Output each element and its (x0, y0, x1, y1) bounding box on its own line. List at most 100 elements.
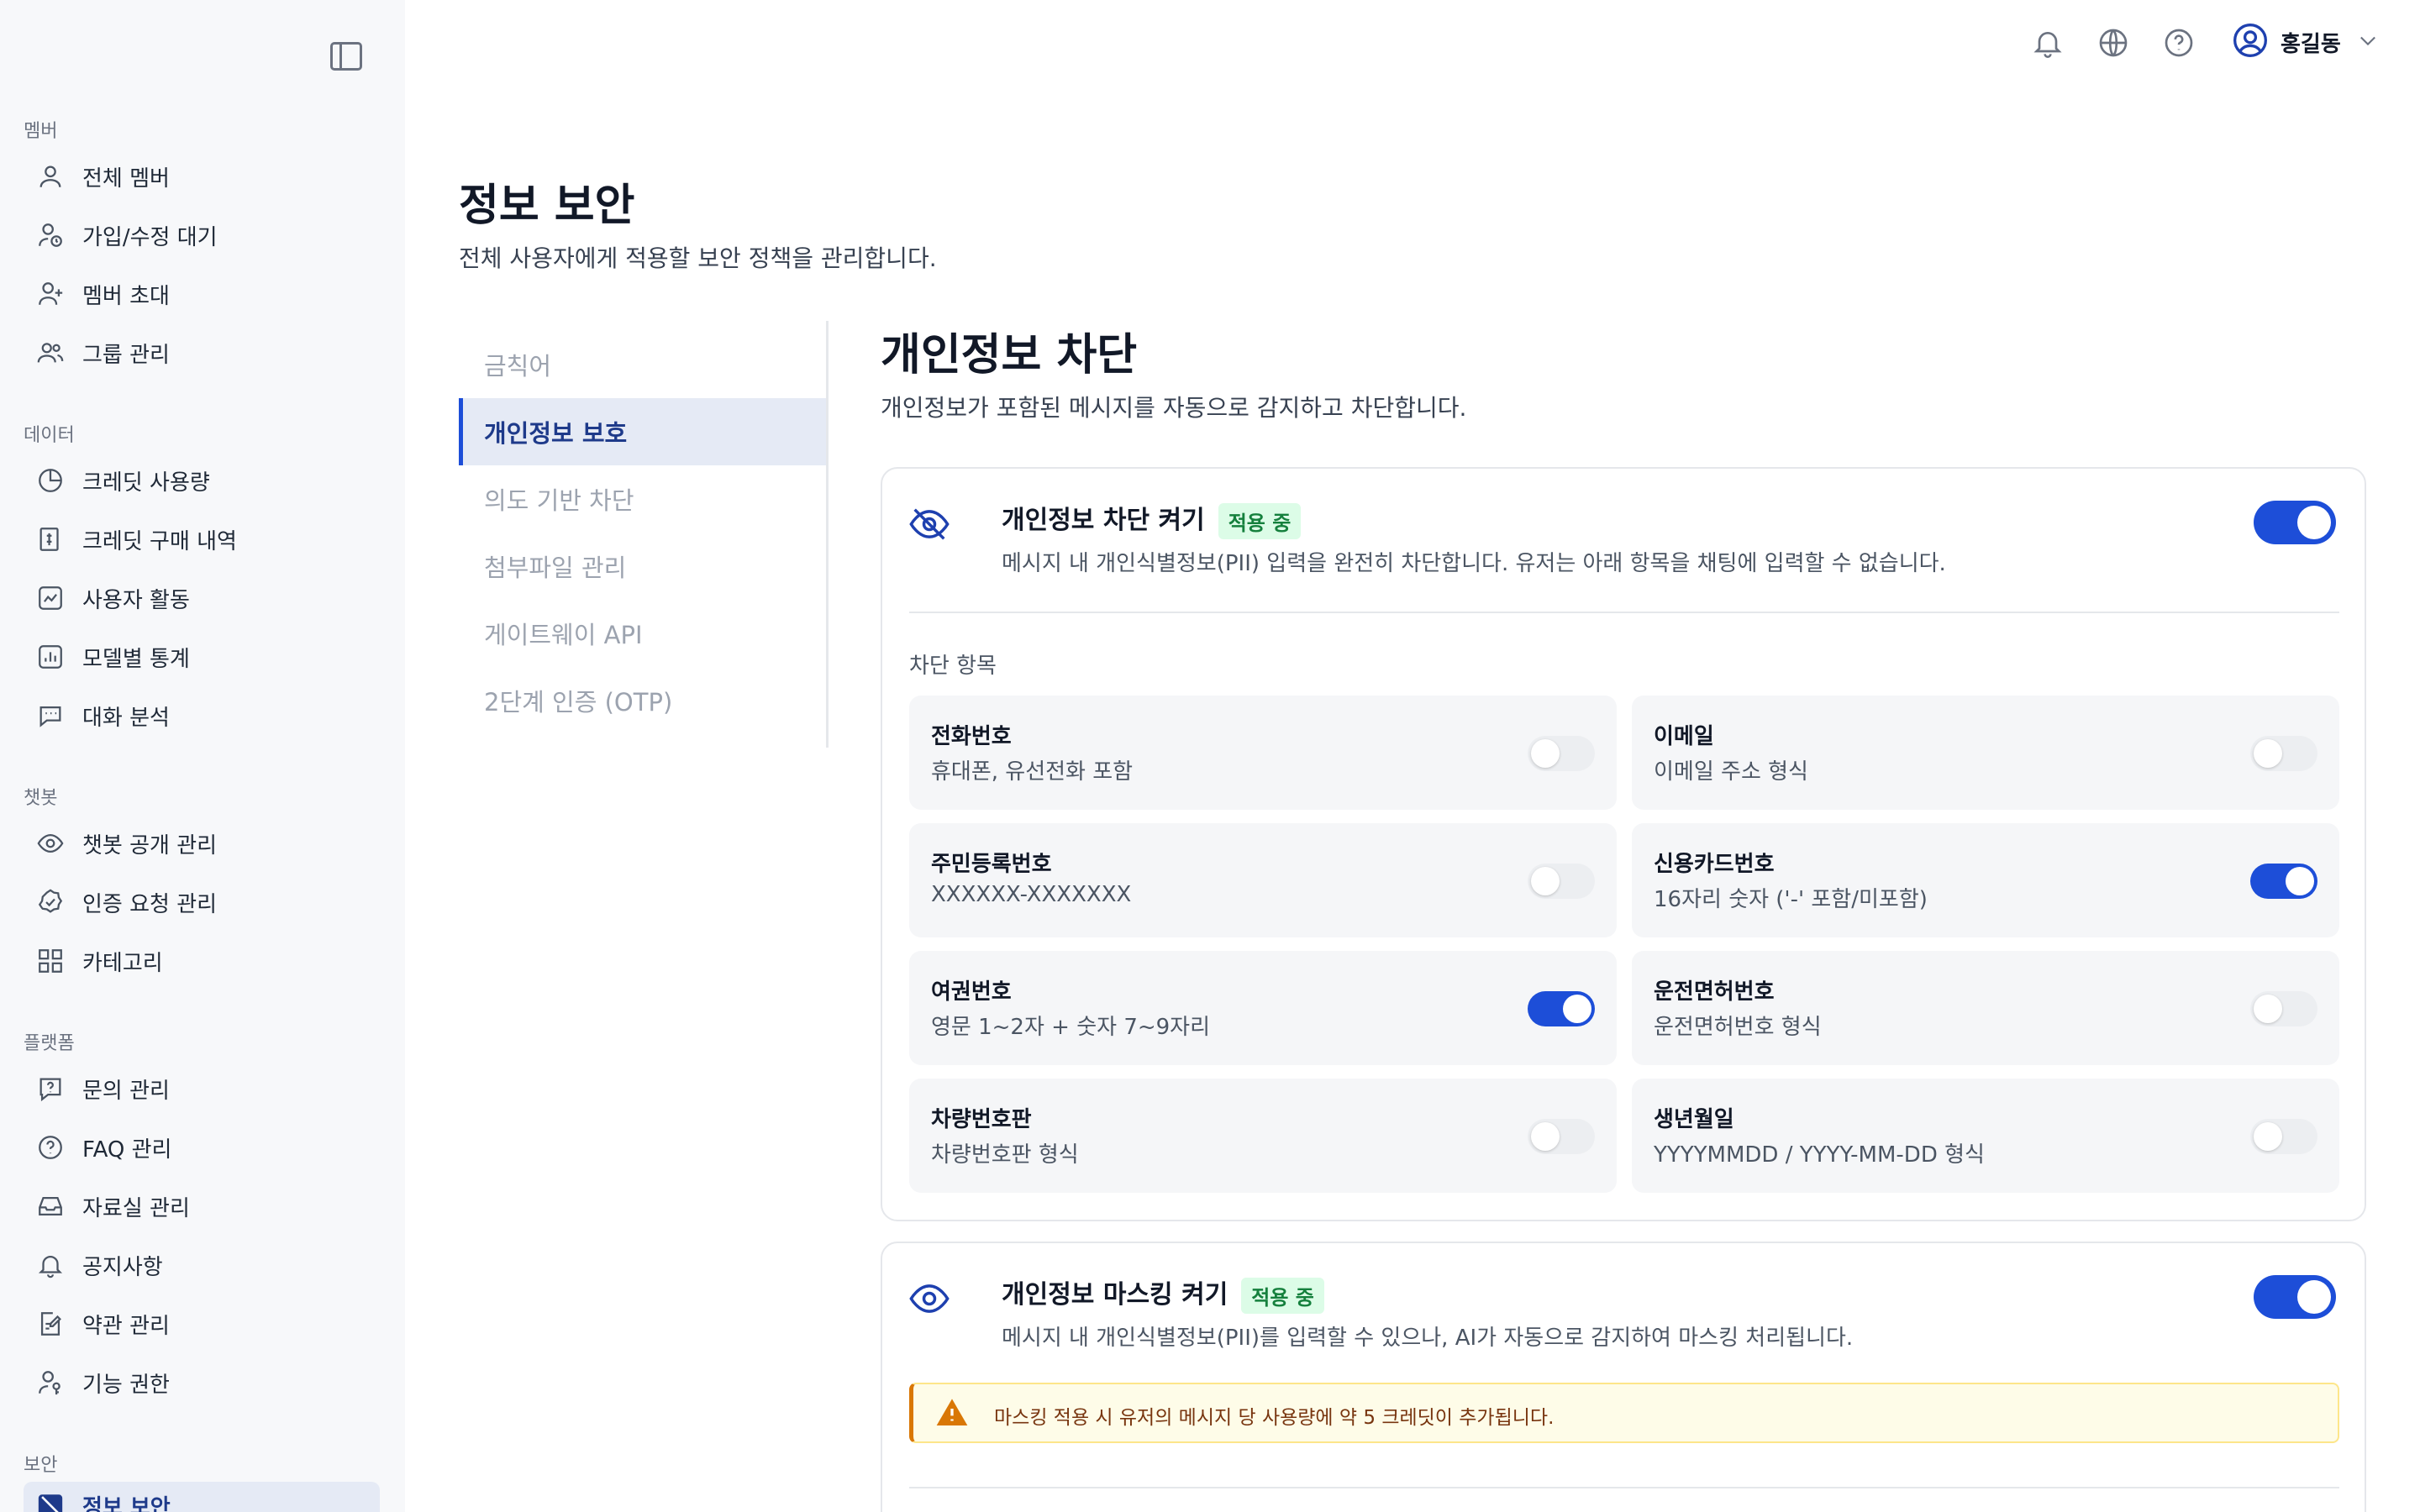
sidebar-item-label: FAQ 관리 (82, 1137, 172, 1163)
resident-number-toggle[interactable] (1528, 864, 1595, 899)
badge-check-icon (34, 885, 67, 919)
block-item-driver-license: 운전면허번호 운전면허번호 형식 (1632, 951, 2339, 1065)
subnav-item-attachments[interactable]: 첨부파일 관리 (459, 533, 826, 600)
block-item-email: 이메일 이메일 주소 형식 (1632, 696, 2339, 810)
driver-license-toggle[interactable] (2250, 991, 2317, 1026)
sidebar-item-pending[interactable]: 가입/수정 대기 (24, 212, 380, 259)
sidebar-item-inquiries[interactable]: 문의 관리 (24, 1065, 380, 1112)
activity-icon (34, 581, 67, 615)
page-title: 정보 보안 (459, 181, 635, 231)
pii-mask-toggle[interactable] (2254, 1275, 2336, 1319)
email-toggle[interactable] (2250, 736, 2317, 771)
grid-icon (34, 944, 67, 978)
pii-block-toggle[interactable] (2254, 501, 2336, 544)
sidebar-item-label: 대화 분석 (82, 705, 170, 731)
warning-icon (935, 1396, 969, 1430)
item-title: 주민등록번호 (931, 852, 1052, 877)
subnav-item-privacy[interactable]: 개인정보 보호 (459, 398, 826, 465)
chat-icon (34, 699, 67, 732)
card-title-text: 개인정보 마스킹 켜기 (1002, 1280, 1228, 1310)
sidebar-item-chat-analysis[interactable]: 대화 분석 (24, 692, 380, 739)
section-description: 개인정보가 포함된 메시지를 자동으로 감지하고 차단합니다. (881, 394, 1467, 422)
masking-warning: 마스킹 적용 시 유저의 메시지 당 사용량에 약 5 크레딧이 추가됩니다. (909, 1383, 2339, 1443)
subnav-item-gateway-api[interactable]: 게이트웨이 API (459, 600, 826, 667)
sidebar-item-label: 약관 관리 (82, 1313, 170, 1339)
sidebar-item-label: 모델별 통계 (82, 646, 190, 672)
sidebar-item-label: 기능 권한 (82, 1372, 170, 1398)
sidebar-item-label: 문의 관리 (82, 1078, 170, 1104)
sidebar-item-notices[interactable]: 공지사항 (24, 1242, 380, 1289)
receipt-icon (34, 522, 67, 556)
warning-text: 마스킹 적용 시 유저의 메시지 당 사용량에 약 5 크레딧이 추가됩니다. (994, 1407, 1555, 1429)
item-title: 차량번호판 (931, 1107, 1032, 1132)
sidebar-item-groups[interactable]: 그룹 관리 (24, 329, 380, 376)
sidebar-item-terms[interactable]: 약관 관리 (24, 1300, 380, 1347)
user-menu[interactable]: 홍길동 (2232, 24, 2380, 60)
item-description: 휴대폰, 유선전화 포함 (931, 759, 1134, 785)
eye-icon (908, 1277, 951, 1320)
user-key-icon (34, 1366, 67, 1399)
sidebar-item-auth-requests[interactable]: 인증 요청 관리 (24, 879, 380, 926)
sidebar-section-title: 보안 (24, 1455, 58, 1476)
sidebar-item-faq[interactable]: FAQ 관리 (24, 1124, 380, 1171)
item-title: 운전면허번호 (1654, 979, 1775, 1005)
block-item-license-plate: 차량번호판 차량번호판 형식 (909, 1079, 1617, 1193)
card-title: 개인정보 차단 켜기 적용 중 (1002, 499, 1302, 539)
question-message-icon (34, 1072, 67, 1105)
subnav-item-intent-block[interactable]: 의도 기반 차단 (459, 465, 826, 533)
item-title: 신용카드번호 (1654, 852, 1775, 877)
sidebar-item-label: 그룹 관리 (82, 342, 170, 368)
sidebar-item-library[interactable]: 자료실 관리 (24, 1183, 380, 1230)
user-avatar-icon (2232, 22, 2269, 62)
birthdate-toggle[interactable] (2250, 1119, 2317, 1154)
license-plate-toggle[interactable] (1528, 1119, 1595, 1154)
credit-card-toggle[interactable] (2250, 864, 2317, 899)
sidebar-item-label: 자료실 관리 (82, 1195, 190, 1221)
top-bar: 홍길동 (405, 0, 2420, 87)
item-description: 이메일 주소 형식 (1654, 759, 1808, 785)
subnav-item-banned-words[interactable]: 금칙어 (459, 331, 826, 398)
sidebar-item-info-security[interactable]: 정보 보안 (24, 1482, 380, 1512)
sidebar-item-all-members[interactable]: 전체 멤버 (24, 153, 380, 200)
sidebar-item-label: 가입/수정 대기 (82, 224, 218, 250)
sidebar-item-credit-purchase[interactable]: 크레딧 구매 내역 (24, 516, 380, 563)
sidebar-section-title: 멤버 (24, 121, 58, 142)
item-title: 이메일 (1654, 724, 1714, 749)
item-description: XXXXXX-XXXXXXX (931, 882, 1132, 907)
sidebar-item-user-activity[interactable]: 사용자 활동 (24, 575, 380, 622)
block-item-passport: 여권번호 영문 1~2자 + 숫자 7~9자리 (909, 951, 1617, 1065)
sidebar-item-credit-usage[interactable]: 크레딧 사용량 (24, 457, 380, 504)
help-icon[interactable] (2161, 25, 2196, 60)
sidebar-item-permissions[interactable]: 기능 권한 (24, 1359, 380, 1406)
item-title: 생년월일 (1654, 1107, 1734, 1132)
sidebar-item-label: 크레딧 구매 내역 (82, 528, 237, 554)
sidebar-item-invite[interactable]: 멤버 초대 (24, 270, 380, 318)
item-description: 차량번호판 형식 (931, 1142, 1079, 1168)
sidebar-item-label: 공지사항 (82, 1254, 163, 1280)
eye-icon (34, 827, 67, 860)
sidebar-item-chatbot-public[interactable]: 챗봇 공개 관리 (24, 820, 380, 867)
sidebar-item-label: 정보 보안 (82, 1494, 171, 1512)
pii-mask-card: 개인정보 마스킹 켜기 적용 중 메시지 내 개인식별정보(PII)를 입력할 수… (881, 1242, 2366, 1512)
sidebar-section-title: 데이터 (24, 425, 75, 446)
globe-icon[interactable] (2096, 25, 2131, 60)
card-description: 메시지 내 개인식별정보(PII) 입력을 완전히 차단합니다. 유저는 아래 … (1002, 551, 1946, 576)
passport-toggle[interactable] (1528, 991, 1595, 1026)
sidebar-section-title: 챗봇 (24, 788, 58, 809)
pii-block-card: 개인정보 차단 켜기 적용 중 메시지 내 개인식별정보(PII) 입력을 완전히… (881, 467, 2366, 1221)
phone-toggle[interactable] (1528, 736, 1595, 771)
sidebar-item-model-stats[interactable]: 모델별 통계 (24, 633, 380, 680)
sidebar-item-label: 크레딧 사용량 (82, 470, 210, 496)
sidebar-item-label: 사용자 활동 (82, 587, 190, 613)
question-circle-icon (34, 1131, 67, 1164)
sidebar-toggle-icon[interactable] (330, 42, 362, 71)
item-title: 여권번호 (931, 979, 1012, 1005)
sidebar-item-category[interactable]: 카테고리 (24, 937, 380, 984)
security-subnav: 금칙어 개인정보 보호 의도 기반 차단 첨부파일 관리 게이트웨이 API 2… (459, 321, 829, 748)
bell-icon[interactable] (2030, 25, 2065, 60)
subnav-item-otp[interactable]: 2단계 인증 (OTP) (459, 667, 826, 734)
user-clock-icon (34, 218, 67, 252)
sidebar-item-label: 인증 요청 관리 (82, 891, 218, 917)
sidebar: 멤버 전체 멤버 가입/수정 대기 멤버 초대 그룹 관리 데이터 크레딧 사용… (0, 0, 405, 1512)
item-description: 영문 1~2자 + 숫자 7~9자리 (931, 1015, 1211, 1040)
